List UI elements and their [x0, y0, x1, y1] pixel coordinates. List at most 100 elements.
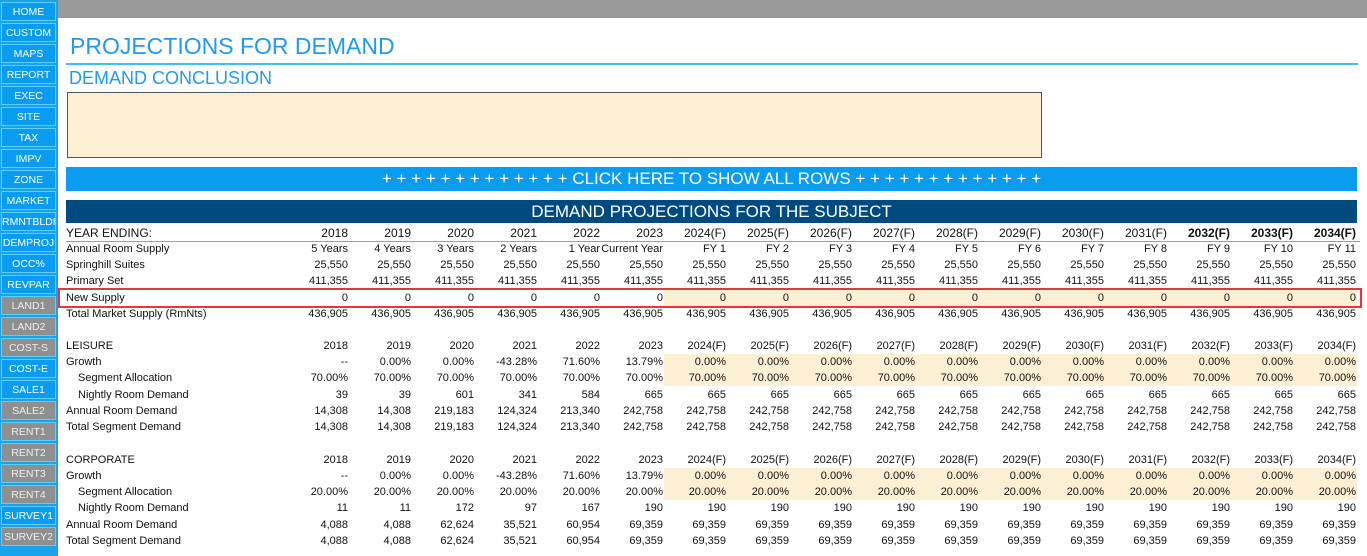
table-cell: 242,758 — [1064, 405, 1104, 417]
table-cell[interactable]: 20.00% — [979, 484, 1042, 500]
table-cell: 2020 — [447, 226, 474, 240]
table-cell[interactable]: 0.00% — [853, 468, 916, 484]
table-cell[interactable]: 70.00% — [979, 370, 1042, 386]
table-cell[interactable]: 20.00% — [664, 484, 727, 500]
table-cell[interactable]: 0.00% — [664, 354, 727, 370]
sidebar-item-maps[interactable]: MAPS — [1, 44, 56, 63]
table-cell[interactable]: 70.00% — [1168, 370, 1231, 386]
table-cell: 411,355 — [435, 275, 474, 287]
table-cell[interactable]: 0.00% — [1105, 354, 1168, 370]
table-cell: 25,550 — [1259, 259, 1293, 271]
table-cell: 69,359 — [881, 519, 915, 531]
sidebar-item-costs[interactable]: COST-S — [1, 338, 56, 357]
table-cell: 2021 — [512, 340, 537, 352]
table-cell: FY 7 — [1080, 243, 1104, 255]
sidebar-item-custom[interactable]: CUSTOM — [1, 23, 56, 42]
sidebar-item-zone[interactable]: ZONE — [1, 170, 56, 189]
table-cell[interactable]: 20.00% — [916, 484, 979, 500]
table-cell[interactable]: 0.00% — [790, 354, 853, 370]
sidebar-item-home[interactable]: HOME — [1, 2, 56, 21]
table-cell[interactable]: 0.00% — [1294, 354, 1357, 370]
sidebar-item-market[interactable]: MARKET — [1, 191, 56, 210]
sidebar-item-rmntbldr[interactable]: RMNTBLDR — [1, 212, 56, 231]
table-cell: 213,340 — [560, 405, 600, 417]
table-cell[interactable]: 70.00% — [727, 370, 790, 386]
sidebar-item-rent1[interactable]: RENT1 — [1, 422, 56, 441]
table-cell: 3 Years — [437, 243, 474, 255]
sidebar-item-land1[interactable]: LAND1 — [1, 296, 56, 315]
sidebar-item-occ[interactable]: OCC% — [1, 254, 56, 273]
table-cell[interactable]: 20.00% — [1168, 484, 1231, 500]
table-cell[interactable]: 70.00% — [916, 370, 979, 386]
table-cell: 665 — [1274, 389, 1293, 401]
table-cell[interactable]: 0.00% — [1294, 468, 1357, 484]
table-cell[interactable]: 0.00% — [853, 354, 916, 370]
table-cell[interactable]: 70.00% — [1231, 370, 1294, 386]
table-cell[interactable]: 0.00% — [1168, 468, 1231, 484]
sidebar-item-revpar[interactable]: REVPAR — [1, 275, 56, 294]
table-cell: 69,359 — [692, 519, 726, 531]
table-cell: 4,088 — [320, 519, 348, 531]
sidebar-item-tax[interactable]: TAX — [1, 128, 56, 147]
table-cell[interactable]: 70.00% — [1042, 370, 1105, 386]
table-cell[interactable]: 0.00% — [727, 468, 790, 484]
sidebar-item-survey1[interactable]: SURVEY1 — [1, 506, 56, 525]
table-cell[interactable]: 20.00% — [727, 484, 790, 500]
table-cell: 411,355 — [1317, 275, 1356, 287]
sidebar-item-exec[interactable]: EXEC — [1, 86, 56, 105]
table-cell: 5 Years — [311, 243, 348, 255]
sidebar-item-rent2[interactable]: RENT2 — [1, 443, 56, 462]
sidebar-item-sale2[interactable]: SALE2 — [1, 401, 56, 420]
table-cell: 219,183 — [434, 405, 474, 417]
table-cell[interactable]: 0.00% — [1168, 354, 1231, 370]
sidebar-item-demproj[interactable]: DEMPROJ — [1, 233, 56, 252]
table-cell[interactable]: 0.00% — [1042, 354, 1105, 370]
sidebar-item-report[interactable]: REPORT — [1, 65, 56, 84]
table-cell[interactable]: 0.00% — [1231, 354, 1294, 370]
section-title: DEMAND CONCLUSION — [69, 68, 273, 88]
table-cell[interactable]: 0.00% — [1105, 468, 1168, 484]
table-cell[interactable]: 0.00% — [1042, 468, 1105, 484]
sidebar-item-impv[interactable]: IMPV — [1, 149, 56, 168]
sidebar-item-land2[interactable]: LAND2 — [1, 317, 56, 336]
table-cell[interactable]: 0.00% — [1231, 468, 1294, 484]
table-cell[interactable]: 0.00% — [664, 468, 727, 484]
table-cell[interactable]: 0.00% — [916, 354, 979, 370]
table-cell[interactable]: 0.00% — [790, 468, 853, 484]
table-cell: 436,905 — [623, 308, 663, 320]
table-cell[interactable]: 0.00% — [979, 354, 1042, 370]
table-cell[interactable]: 20.00% — [1231, 484, 1294, 500]
table-cell[interactable]: 0.00% — [916, 468, 979, 484]
table-cell: 436,905 — [812, 308, 852, 320]
table-cell[interactable]: 20.00% — [1294, 484, 1357, 500]
table-cell: 2030(F) — [1061, 226, 1104, 240]
sidebar-item-survey2[interactable]: SURVEY2 — [1, 527, 56, 546]
table-cell[interactable]: 0.00% — [727, 354, 790, 370]
table-cell: 70.00% — [562, 372, 600, 384]
demand-conclusion-input[interactable] — [67, 92, 1042, 158]
table-cell: 242,758 — [812, 405, 852, 417]
table-cell: -43.28% — [496, 356, 537, 368]
table-cell[interactable]: 20.00% — [1042, 484, 1105, 500]
sidebar-item-coste[interactable]: COST-E — [1, 359, 56, 378]
table-cell[interactable]: 20.00% — [1105, 484, 1168, 500]
table-cell[interactable]: 70.00% — [1294, 370, 1357, 386]
table-row: Springhill Suites 25,550 25,550 25,550 25,55… — [66, 257, 1360, 273]
show-all-rows-button[interactable]: + + + + + + + + + + + + + CLICK HERE TO … — [66, 167, 1357, 191]
table-cell: 436,905 — [371, 308, 411, 320]
table-cell[interactable]: 70.00% — [1105, 370, 1168, 386]
table-cell: 436,905 — [938, 308, 978, 320]
sidebar-item-rent3[interactable]: RENT3 — [1, 464, 56, 483]
table-cell[interactable]: 0.00% — [979, 468, 1042, 484]
table-cell[interactable]: 70.00% — [853, 370, 916, 386]
sidebar-item-site[interactable]: SITE — [1, 107, 56, 126]
table-cell: 2025(F) — [746, 226, 789, 240]
sidebar-item-sale1[interactable]: SALE1 — [1, 380, 56, 399]
table-cell: 2 Years — [500, 243, 537, 255]
table-cell[interactable]: 70.00% — [790, 370, 853, 386]
sidebar-item-rent4[interactable]: RENT4 — [1, 485, 56, 504]
table-cell[interactable]: 20.00% — [853, 484, 916, 500]
table-cell[interactable]: 70.00% — [664, 370, 727, 386]
table-cell: 411,355 — [1065, 275, 1104, 287]
table-cell[interactable]: 20.00% — [790, 484, 853, 500]
